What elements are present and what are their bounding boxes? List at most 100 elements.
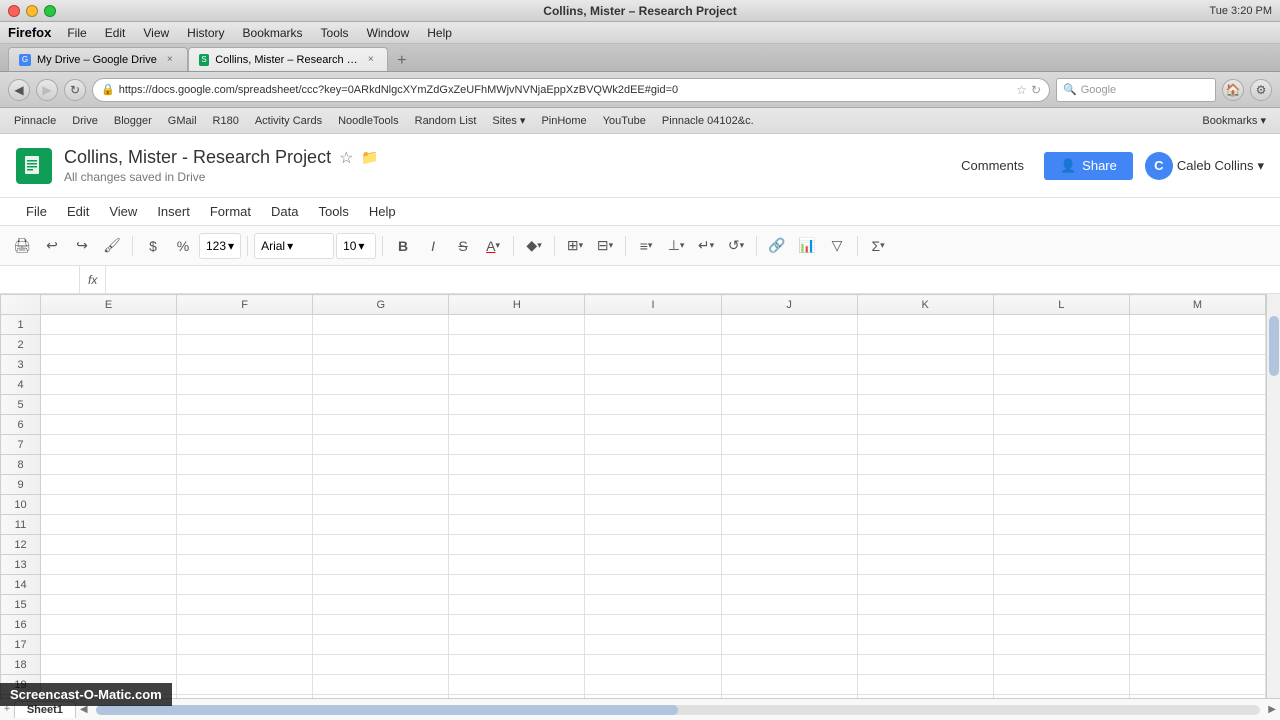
- toolbar-merge[interactable]: ⊟▾: [591, 232, 619, 260]
- table-cell[interactable]: [41, 415, 177, 435]
- table-cell[interactable]: [177, 695, 313, 699]
- menu-edit[interactable]: Edit: [97, 24, 134, 42]
- table-cell[interactable]: [585, 375, 721, 395]
- table-cell[interactable]: [585, 355, 721, 375]
- table-cell[interactable]: [177, 375, 313, 395]
- table-cell[interactable]: [993, 515, 1129, 535]
- table-cell[interactable]: [41, 555, 177, 575]
- row-header-4[interactable]: 4: [1, 375, 41, 395]
- toolbar-filter[interactable]: ▽: [823, 232, 851, 260]
- bm-pinnacle2[interactable]: Pinnacle 04102&c.: [656, 113, 760, 129]
- forward-button[interactable]: ▶: [36, 79, 58, 101]
- table-cell[interactable]: [1129, 615, 1265, 635]
- table-cell[interactable]: [857, 495, 993, 515]
- table-cell[interactable]: [585, 655, 721, 675]
- toolbar-wrap[interactable]: ↵▾: [692, 232, 720, 260]
- toolbar-font-size[interactable]: 10 ▾: [336, 233, 376, 259]
- bm-noodletools[interactable]: NoodleTools: [332, 113, 405, 129]
- row-header-12[interactable]: 12: [1, 535, 41, 555]
- table-cell[interactable]: [857, 455, 993, 475]
- table-cell[interactable]: [41, 615, 177, 635]
- table-cell[interactable]: [721, 535, 857, 555]
- table-cell[interactable]: [585, 455, 721, 475]
- formula-input[interactable]: [106, 273, 1280, 287]
- browser-tab-1[interactable]: G My Drive – Google Drive ×: [8, 47, 188, 71]
- col-header-m[interactable]: M: [1129, 295, 1265, 315]
- table-cell[interactable]: [1129, 595, 1265, 615]
- table-cell[interactable]: [721, 475, 857, 495]
- table-cell[interactable]: [857, 335, 993, 355]
- table-cell[interactable]: [449, 635, 585, 655]
- cell-reference[interactable]: [0, 266, 80, 293]
- menu-help[interactable]: Help: [419, 24, 460, 42]
- table-cell[interactable]: [449, 675, 585, 695]
- table-cell[interactable]: [857, 615, 993, 635]
- table-cell[interactable]: [313, 635, 449, 655]
- table-cell[interactable]: [177, 395, 313, 415]
- table-cell[interactable]: [1129, 675, 1265, 695]
- menu-file[interactable]: File: [59, 24, 94, 42]
- col-header-k[interactable]: K: [857, 295, 993, 315]
- toolbar-number-format[interactable]: 123 ▾: [199, 233, 241, 259]
- table-cell[interactable]: [313, 335, 449, 355]
- table-cell[interactable]: [993, 635, 1129, 655]
- table-cell[interactable]: [313, 315, 449, 335]
- row-header-7[interactable]: 7: [1, 435, 41, 455]
- toolbar-undo[interactable]: ↩: [38, 232, 66, 260]
- sheets-star-icon[interactable]: ☆: [339, 148, 353, 168]
- toolbar-print[interactable]: 🖨: [8, 232, 36, 260]
- table-cell[interactable]: [993, 535, 1129, 555]
- table-cell[interactable]: [449, 395, 585, 415]
- table-cell[interactable]: [857, 515, 993, 535]
- table-cell[interactable]: [993, 595, 1129, 615]
- h-scrollbar-track[interactable]: [96, 705, 1261, 715]
- table-cell[interactable]: [993, 455, 1129, 475]
- table-cell[interactable]: [313, 695, 449, 699]
- table-cell[interactable]: [721, 375, 857, 395]
- toolbar-percent[interactable]: %: [169, 232, 197, 260]
- address-bar[interactable]: 🔒 https://docs.google.com/spreadsheet/cc…: [92, 78, 1050, 102]
- col-header-h[interactable]: H: [449, 295, 585, 315]
- vertical-scroll-thumb[interactable]: [1269, 316, 1279, 376]
- row-header-16[interactable]: 16: [1, 615, 41, 635]
- table-cell[interactable]: [177, 435, 313, 455]
- table-cell[interactable]: [177, 535, 313, 555]
- table-cell[interactable]: [1129, 535, 1265, 555]
- table-cell[interactable]: [449, 495, 585, 515]
- table-cell[interactable]: [1129, 435, 1265, 455]
- table-cell[interactable]: [449, 455, 585, 475]
- table-cell[interactable]: [857, 375, 993, 395]
- table-cell[interactable]: [585, 595, 721, 615]
- bookmark-star[interactable]: ☆: [1016, 83, 1027, 97]
- toolbar-redo[interactable]: ↪: [68, 232, 96, 260]
- toolbar-italic[interactable]: I: [419, 232, 447, 260]
- table-cell[interactable]: [41, 475, 177, 495]
- table-cell[interactable]: [993, 655, 1129, 675]
- row-header-15[interactable]: 15: [1, 595, 41, 615]
- table-cell[interactable]: [993, 475, 1129, 495]
- table-cell[interactable]: [177, 455, 313, 475]
- row-header-13[interactable]: 13: [1, 555, 41, 575]
- row-header-11[interactable]: 11: [1, 515, 41, 535]
- table-cell[interactable]: [449, 695, 585, 699]
- table-cell[interactable]: [585, 495, 721, 515]
- table-cell[interactable]: [449, 355, 585, 375]
- table-cell[interactable]: [313, 515, 449, 535]
- table-cell[interactable]: [857, 675, 993, 695]
- table-cell[interactable]: [1129, 575, 1265, 595]
- table-cell[interactable]: [857, 535, 993, 555]
- sheets-menu-edit[interactable]: Edit: [57, 200, 99, 223]
- table-cell[interactable]: [41, 635, 177, 655]
- menu-tools[interactable]: Tools: [313, 24, 357, 42]
- row-header-6[interactable]: 6: [1, 415, 41, 435]
- table-cell[interactable]: [449, 615, 585, 635]
- table-cell[interactable]: [721, 595, 857, 615]
- sheets-folder-icon[interactable]: 📁: [361, 149, 378, 166]
- table-cell[interactable]: [585, 335, 721, 355]
- table-cell[interactable]: [41, 575, 177, 595]
- table-cell[interactable]: [313, 475, 449, 495]
- table-cell[interactable]: [1129, 355, 1265, 375]
- table-cell[interactable]: [721, 655, 857, 675]
- table-cell[interactable]: [857, 555, 993, 575]
- scroll-right[interactable]: ▶: [1264, 704, 1280, 715]
